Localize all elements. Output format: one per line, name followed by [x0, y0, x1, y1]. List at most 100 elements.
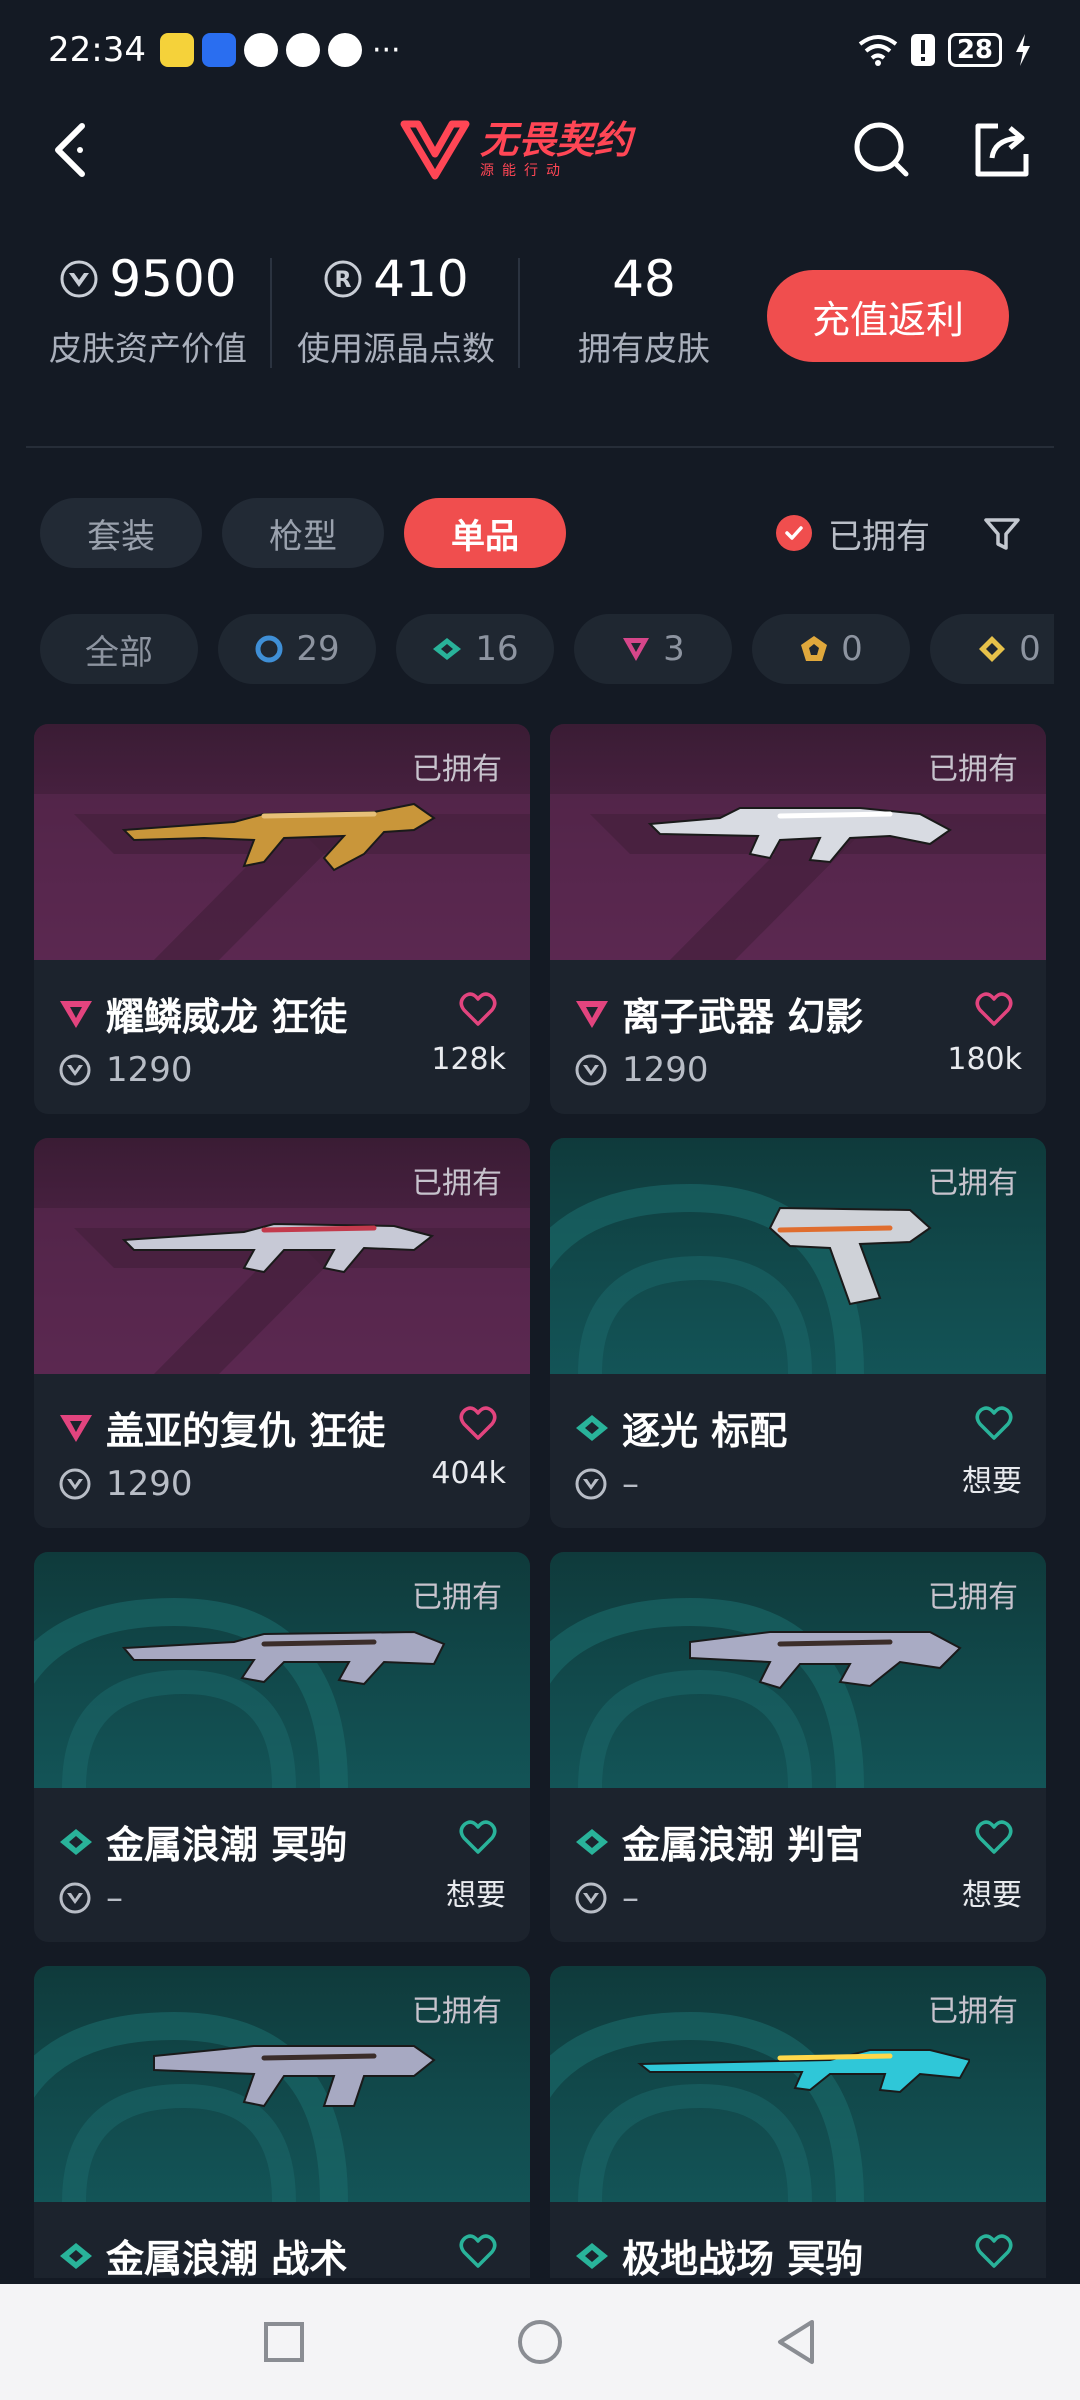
skin-image: 已拥有 — [550, 1138, 1046, 1374]
vp-currency-icon — [59, 1882, 91, 1914]
wifi-icon — [858, 35, 898, 66]
recent-apps-icon[interactable] — [262, 2320, 306, 2364]
app-header: 无畏契约 源能行动 — [0, 100, 1080, 200]
share-icon[interactable] — [962, 100, 1042, 200]
chip-label: 0 — [841, 629, 863, 669]
weapon-skin-icon — [121, 802, 436, 872]
deluxe-tier-icon — [433, 638, 462, 660]
skin-image: 已拥有 — [550, 724, 1046, 960]
skin-price: 1290 — [106, 1464, 193, 1504]
svg-text:R: R — [335, 268, 352, 293]
deluxe-tier-icon — [576, 1414, 608, 1441]
premium-tier-icon — [60, 1000, 92, 1028]
skin-price: – — [622, 1464, 639, 1504]
heart-icon[interactable] — [974, 2232, 1014, 2272]
skin-card[interactable]: 已拥有 金属浪潮 判官 – 想要 — [550, 1552, 1046, 1942]
skin-image: 已拥有 — [550, 1966, 1046, 2202]
logo-text: 无畏契约 — [480, 118, 633, 162]
vp-currency-icon — [59, 1054, 91, 1086]
skin-card[interactable]: 已拥有逐光 标配 – 想要 — [550, 1138, 1046, 1528]
chip-premium-tier[interactable]: 3 — [574, 614, 732, 684]
heart-icon[interactable] — [458, 1404, 498, 1444]
skin-name: 金属浪潮 冥驹 — [106, 1823, 348, 1867]
filter-icon[interactable] — [972, 504, 1032, 564]
owned-tag: 已拥有 — [412, 752, 502, 787]
skin-name: 金属浪潮 判官 — [622, 1823, 864, 1867]
skin-asset-value: 9500 — [109, 250, 237, 308]
heart-icon[interactable] — [458, 990, 498, 1030]
ultra-tier-icon — [979, 636, 1006, 662]
home-icon[interactable] — [516, 2318, 564, 2366]
chip-ultra-tier[interactable]: 0 — [930, 614, 1054, 684]
skin-card[interactable]: 已拥有 离子武器 幻影 1290 180k — [550, 724, 1046, 1114]
vp-currency-icon — [575, 1468, 607, 1500]
chip-select-tier[interactable]: 29 — [218, 614, 376, 684]
chip-label: 16 — [475, 629, 519, 669]
owned-filter-toggle[interactable]: 已拥有 — [776, 498, 930, 568]
weapon-skin-icon — [637, 2049, 970, 2094]
skin-name-row: 金属浪潮 判官 — [574, 1814, 863, 1869]
heart-icon[interactable] — [974, 1818, 1014, 1858]
skin-image: 已拥有 — [34, 1966, 530, 2202]
back-icon[interactable] — [30, 100, 110, 200]
back-nav-icon[interactable] — [774, 2318, 818, 2366]
search-icon[interactable] — [842, 100, 922, 200]
charging-icon — [1016, 34, 1030, 66]
heart-icon[interactable] — [458, 2232, 498, 2272]
skin-price: 1290 — [622, 1050, 709, 1090]
skin-name-row: 逐光 标配 — [574, 1400, 787, 1455]
wishlist-count: 想要 — [962, 1464, 1022, 1499]
app-notification-icon — [285, 33, 320, 67]
tab-single-items[interactable]: 单品 — [404, 498, 566, 568]
skin-card[interactable]: 已拥有 金属浪潮 冥驹 – 想要 — [34, 1552, 530, 1942]
heart-icon[interactable] — [974, 990, 1014, 1030]
skin-name-row: 金属浪潮 战术 — [58, 2228, 347, 2278]
r-coin-icon: R — [324, 260, 362, 298]
owned-tag: 已拥有 — [928, 1580, 1018, 1615]
skin-asset-value-label: 皮肤资产价值 — [49, 329, 247, 368]
radianite-points-value: 410 — [373, 250, 469, 308]
owned-tag: 已拥有 — [928, 1994, 1018, 2029]
owned-skins-label: 拥有皮肤 — [578, 329, 710, 368]
skin-name: 极地战场 冥驹 — [622, 2237, 864, 2278]
status-time: 22:34 — [48, 30, 146, 70]
recharge-rebate-button[interactable]: 充值返利 — [767, 270, 1009, 362]
skin-name: 耀鳞威龙 狂徒 — [106, 995, 348, 1039]
skin-grid: 已拥有 耀鳞威龙 狂徒 1290 128k 已拥有 离子武器 幻影 1290 180k 已拥有盖… — [34, 724, 1046, 2278]
skin-card[interactable]: 已拥有金属浪潮 战术–想要 — [34, 1966, 530, 2278]
skin-name-row: 金属浪潮 冥驹 — [58, 1814, 347, 1869]
wishlist-count: 想要 — [446, 1878, 506, 1913]
skin-card[interactable]: 已拥有 耀鳞威龙 狂徒 1290 128k — [34, 724, 530, 1114]
notification-icons — [159, 33, 362, 67]
heart-icon[interactable] — [458, 1818, 498, 1858]
stat-divider — [270, 258, 272, 368]
owned-skins-value: 48 — [612, 250, 676, 308]
tab-bundles[interactable]: 套装 — [40, 498, 202, 568]
skin-name-row: 盖亚的复仇 狂徒 — [58, 1400, 385, 1455]
tab-weapon-types[interactable]: 枪型 — [222, 498, 384, 568]
checkmark-icon — [776, 515, 812, 551]
app-notification-icon — [327, 33, 362, 67]
wishlist-count: 180k — [947, 1042, 1022, 1077]
chip-label: 全部 — [85, 632, 153, 673]
owned-filter-label: 已拥有 — [828, 516, 930, 557]
vp-currency-icon — [575, 1882, 607, 1914]
chip-exclusive-tier[interactable]: 0 — [752, 614, 910, 684]
status-bar: 22:34 ··· 28 — [0, 0, 1080, 100]
logo-subtitle: 源能行动 — [480, 163, 568, 179]
skin-price: 1290 — [106, 1050, 193, 1090]
skin-card[interactable]: 已拥有 盖亚的复仇 狂徒 1290 404k — [34, 1138, 530, 1528]
premium-tier-icon — [576, 1000, 608, 1028]
category-tabs: 套装 枪型 单品 — [40, 498, 566, 568]
chip-deluxe-tier[interactable]: 16 — [396, 614, 554, 684]
skin-image: 已拥有 — [34, 724, 530, 960]
skin-image: 已拥有 — [550, 1552, 1046, 1788]
skin-price-row: – — [58, 1878, 123, 1918]
system-navigation-bar — [0, 2284, 1080, 2400]
chip-all[interactable]: 全部 — [40, 614, 198, 684]
deluxe-tier-icon — [576, 1828, 608, 1855]
skin-card[interactable]: 已拥有极地战场 冥驹–想要 — [550, 1966, 1046, 2278]
deluxe-tier-icon — [60, 1828, 92, 1855]
owned-skins-stat: 48 拥有皮肤 — [524, 250, 764, 370]
heart-icon[interactable] — [974, 1404, 1014, 1444]
